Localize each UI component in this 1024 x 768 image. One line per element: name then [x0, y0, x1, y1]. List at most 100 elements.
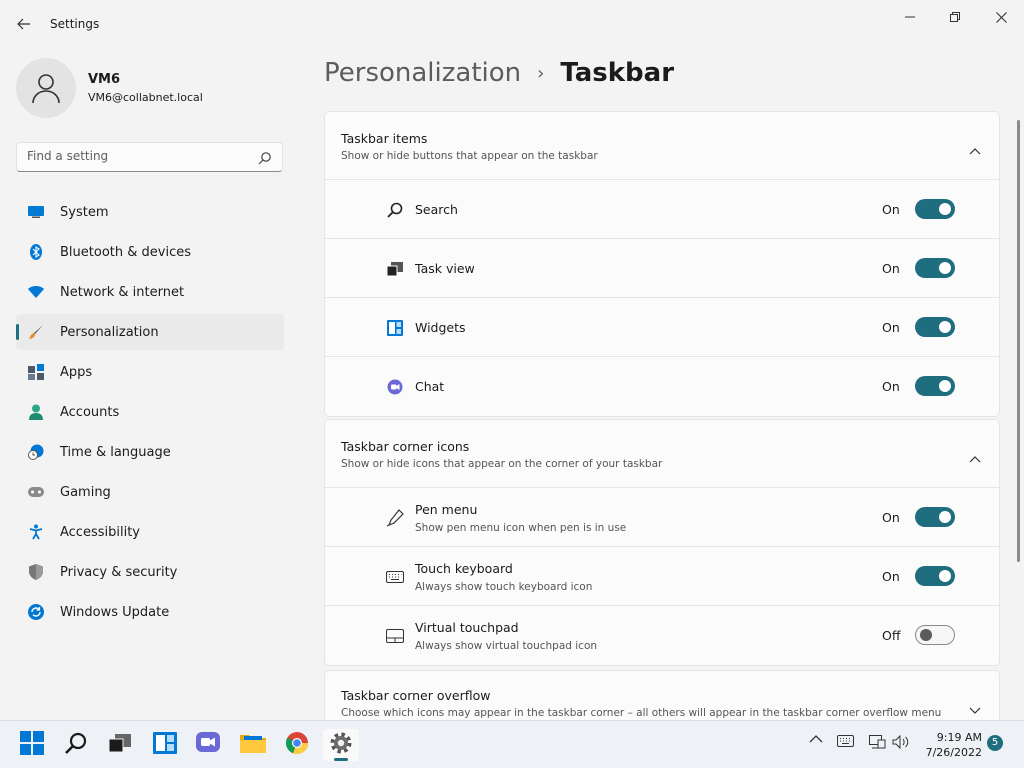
minimize-button[interactable] — [887, 6, 933, 28]
sidebar-item-bluetooth[interactable]: Bluetooth & devices — [16, 234, 284, 270]
toggle-state: On — [882, 202, 900, 217]
setting-label: Widgets — [415, 320, 466, 335]
taskbar-widgets-button[interactable] — [147, 729, 183, 761]
notification-badge[interactable]: 5 — [987, 735, 1003, 751]
wifi-icon — [28, 284, 44, 300]
sidebar-item-accessibility[interactable]: Accessibility — [16, 514, 284, 550]
user-profile[interactable]: VM6 VM6@collabnet.local — [16, 58, 203, 118]
profile-name: VM6 — [88, 72, 121, 87]
sidebar-item-label: Accounts — [60, 404, 120, 420]
chevron-up-icon[interactable] — [969, 140, 981, 159]
update-icon — [28, 604, 44, 620]
taskbar-task-view-button[interactable] — [102, 729, 138, 761]
search-icon[interactable] — [258, 150, 272, 169]
chevron-down-icon[interactable] — [969, 699, 981, 718]
setting-row-chat: Chat On — [325, 357, 999, 416]
setting-label: Task view — [415, 261, 475, 276]
windows-logo-icon — [20, 731, 44, 759]
volume-icon[interactable] — [892, 735, 910, 749]
widgets-icon — [386, 319, 404, 337]
setting-label: Virtual touchpad — [415, 620, 519, 635]
apps-icon — [28, 364, 44, 380]
sidebar-item-system[interactable]: System — [16, 194, 284, 230]
sidebar-item-personalization[interactable]: Personalization — [16, 314, 284, 350]
chat-toggle[interactable] — [915, 376, 955, 396]
toggle-state: On — [882, 261, 900, 276]
search-box[interactable] — [16, 142, 283, 172]
toggle-state: Off — [882, 628, 901, 643]
sidebar-item-label: Apps — [60, 364, 93, 380]
gear-icon — [329, 731, 353, 759]
sidebar-item-gaming[interactable]: Gaming — [16, 474, 284, 510]
taskbar-settings-button[interactable] — [323, 729, 359, 761]
maximize-button[interactable] — [932, 6, 978, 28]
setting-row-search: Search On — [325, 180, 999, 239]
avatar — [16, 58, 76, 118]
setting-description: Always show touch keyboard icon — [415, 581, 593, 593]
search-icon — [386, 201, 404, 219]
sidebar-item-privacy[interactable]: Privacy & security — [16, 554, 284, 590]
taskbar-search-button[interactable] — [58, 729, 94, 761]
bluetooth-icon — [28, 244, 44, 260]
setting-description: Show pen menu icon when pen is in use — [415, 522, 627, 534]
taskbar-items-header[interactable]: Taskbar items Show or hide buttons that … — [325, 112, 999, 180]
pen-icon — [386, 509, 404, 527]
scrollbar[interactable] — [1017, 120, 1020, 562]
taskbar: 9:19 AM 7/26/2022 — [0, 720, 1024, 768]
section-description: Show or hide buttons that appear on the … — [341, 150, 598, 162]
clock-globe-icon — [28, 444, 44, 460]
sidebar-item-apps[interactable]: Apps — [16, 354, 284, 390]
folder-icon — [240, 732, 266, 758]
sidebar-item-label: Gaming — [60, 484, 111, 500]
widgets-icon — [153, 732, 177, 758]
close-button[interactable] — [978, 6, 1024, 28]
pen-menu-toggle[interactable] — [915, 507, 955, 527]
search-input[interactable] — [27, 149, 247, 163]
toggle-state: On — [882, 569, 900, 584]
sidebar-item-time-language[interactable]: Time & language — [16, 434, 284, 470]
task-view-toggle[interactable] — [915, 258, 955, 278]
taskbar-items-card: Taskbar items Show or hide buttons that … — [324, 111, 1000, 417]
section-description: Show or hide icons that appear on the co… — [341, 458, 663, 470]
sidebar-item-label: Bluetooth & devices — [60, 244, 191, 260]
taskbar-file-explorer-button[interactable] — [235, 729, 271, 761]
page-title: Taskbar — [560, 58, 675, 88]
taskbar-corner-icons-card: Taskbar corner icons Show or hide icons … — [324, 419, 1000, 666]
setting-description: Always show virtual touchpad icon — [415, 640, 598, 652]
virtual-touchpad-toggle[interactable] — [915, 625, 955, 645]
clock-date: 7/26/2022 — [925, 746, 982, 759]
taskbar-chrome-button[interactable] — [279, 729, 315, 761]
sidebar-item-windows-update[interactable]: Windows Update — [16, 594, 284, 630]
taskbar-chat-button[interactable] — [190, 729, 226, 761]
chevron-up-icon[interactable] — [969, 448, 981, 467]
sidebar-item-label: Privacy & security — [60, 564, 178, 580]
taskbar-corner-icons-header[interactable]: Taskbar corner icons Show or hide icons … — [325, 420, 999, 488]
sidebar-nav: System Bluetooth & devices Network & int… — [16, 194, 284, 634]
brush-icon — [28, 324, 44, 340]
sidebar-item-network[interactable]: Network & internet — [16, 274, 284, 310]
sidebar-item-label: Network & internet — [60, 284, 185, 300]
breadcrumb: Personalization › Taskbar — [324, 58, 674, 88]
toggle-state: On — [882, 510, 900, 525]
breadcrumb-parent[interactable]: Personalization — [324, 58, 521, 88]
setting-label: Search — [415, 202, 458, 217]
section-description: Choose which icons may appear in the tas… — [341, 707, 942, 719]
widgets-toggle[interactable] — [915, 317, 955, 337]
chat-icon — [386, 378, 404, 396]
sidebar-item-label: Time & language — [60, 444, 171, 460]
search-toggle[interactable] — [915, 199, 955, 219]
chat-icon — [196, 732, 220, 758]
sidebar-item-label: Personalization — [60, 324, 159, 340]
chevron-up-icon[interactable] — [809, 735, 823, 743]
toggle-state: On — [882, 379, 900, 394]
taskbar-corner-overflow-card[interactable]: Taskbar corner overflow Choose which ico… — [324, 670, 1000, 722]
keyboard-icon[interactable] — [837, 735, 854, 747]
start-button[interactable] — [14, 729, 50, 761]
system-clock[interactable]: 9:19 AM 7/26/2022 — [918, 730, 982, 760]
back-arrow-icon[interactable] — [12, 12, 36, 36]
touch-keyboard-toggle[interactable] — [915, 566, 955, 586]
network-icon[interactable] — [869, 735, 886, 749]
sidebar-item-accounts[interactable]: Accounts — [16, 394, 284, 430]
setting-label: Touch keyboard — [415, 561, 513, 576]
app-title: Settings — [50, 17, 100, 31]
